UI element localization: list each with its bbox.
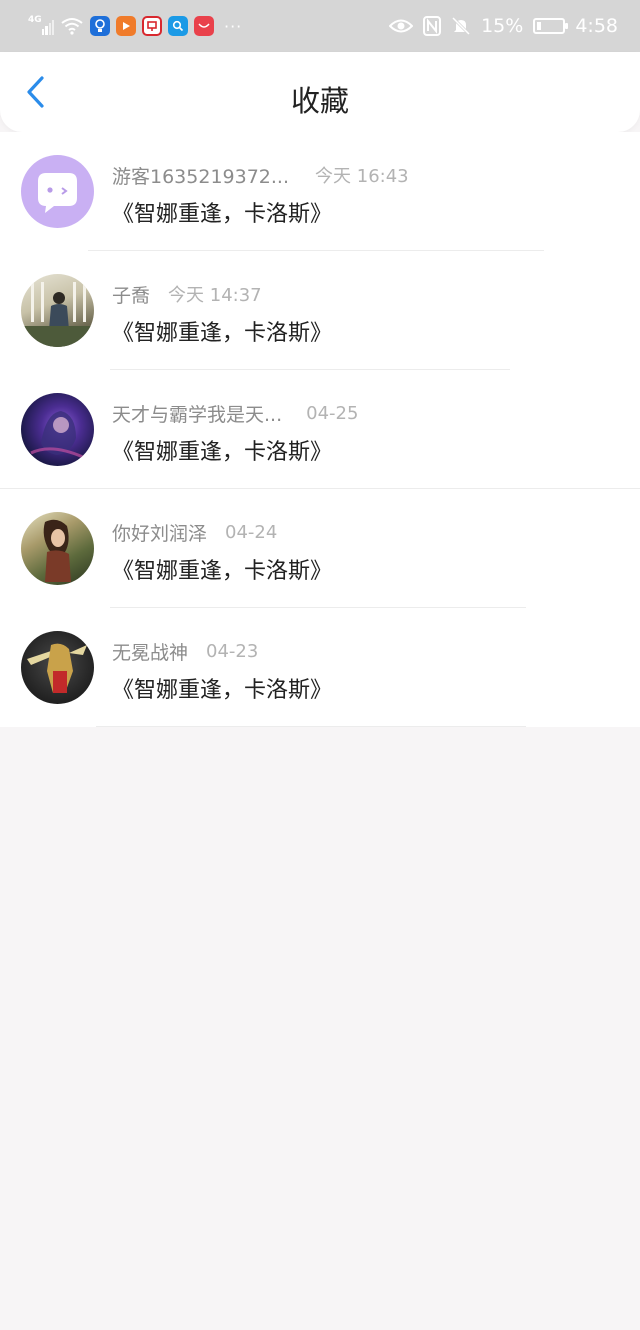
eye-icon xyxy=(389,19,414,33)
avatar[interactable] xyxy=(21,393,94,466)
author-name[interactable]: 无冕战神 xyxy=(112,638,188,665)
default-avatar-icon xyxy=(38,173,77,213)
timestamp: 04-24 xyxy=(225,521,278,543)
search-icon xyxy=(168,16,188,36)
post-title[interactable]: 《智娜重逢，卡洛斯》 xyxy=(112,315,332,347)
header: 收藏 xyxy=(0,52,640,132)
clock: 4:58 xyxy=(575,15,618,37)
empty-area xyxy=(0,731,640,1330)
timestamp: 今天 16:43 xyxy=(315,166,409,187)
avatar-photo xyxy=(30,411,84,459)
avatar-photo xyxy=(27,643,87,693)
avatar[interactable] xyxy=(21,512,94,585)
post-title[interactable]: 《智娜重逢，卡洛斯》 xyxy=(112,434,332,466)
list-item[interactable]: 游客1635219372... 今天 16:43 《智娜重逢，卡洛斯》 xyxy=(0,132,640,251)
post-title[interactable]: 《智娜重逢，卡洛斯》 xyxy=(112,672,332,704)
more-notifications: ··· xyxy=(224,16,243,36)
list-item[interactable]: 你好刘润泽 04-24 《智娜重逢，卡洛斯》 xyxy=(0,489,640,608)
page-title: 收藏 xyxy=(290,84,349,118)
battery-icon xyxy=(533,18,569,34)
avatar-photo xyxy=(21,282,94,347)
list-item[interactable]: 子喬 今天 14:37 《智娜重逢，卡洛斯》 xyxy=(0,251,640,370)
post-title[interactable]: 《智娜重逢，卡洛斯》 xyxy=(112,196,332,228)
timestamp: 04-23 xyxy=(206,640,259,662)
cellular-signal-icon: 4G xyxy=(28,15,54,35)
timestamp: 今天 14:37 xyxy=(168,285,262,306)
list-item[interactable]: 天才与霸学我是天... 04-25 《智娜重逢，卡洛斯》 xyxy=(0,370,640,489)
status-bar: 4G ··· 15% 4:58 xyxy=(0,0,640,52)
avatar-photo xyxy=(43,519,71,582)
author-name[interactable]: 游客1635219372... xyxy=(112,162,289,189)
mute-bell-icon xyxy=(452,16,471,36)
huawei-icon xyxy=(194,16,214,36)
avatar[interactable] xyxy=(21,155,94,228)
battery-percent: 15% xyxy=(481,15,524,37)
favorites-list: 游客1635219372... 今天 16:43 《智娜重逢，卡洛斯》 子喬 今… xyxy=(0,132,640,727)
avatar[interactable] xyxy=(21,631,94,704)
timestamp: 04-25 xyxy=(306,402,359,424)
author-name[interactable]: 子喬 xyxy=(112,281,150,308)
wifi-icon xyxy=(61,18,83,35)
nfc-icon xyxy=(423,16,442,36)
chat-icon xyxy=(142,16,162,36)
bulb-icon xyxy=(90,16,110,36)
divider xyxy=(96,726,526,727)
network-type: 4G xyxy=(28,15,42,25)
author-name[interactable]: 你好刘润泽 xyxy=(112,519,207,546)
author-name[interactable]: 天才与霸学我是天... xyxy=(112,400,282,427)
post-title[interactable]: 《智娜重逢，卡洛斯》 xyxy=(112,553,332,585)
list-item[interactable]: 无冕战神 04-23 《智娜重逢，卡洛斯》 xyxy=(0,608,640,727)
play-icon xyxy=(116,16,136,36)
avatar[interactable] xyxy=(21,274,94,347)
